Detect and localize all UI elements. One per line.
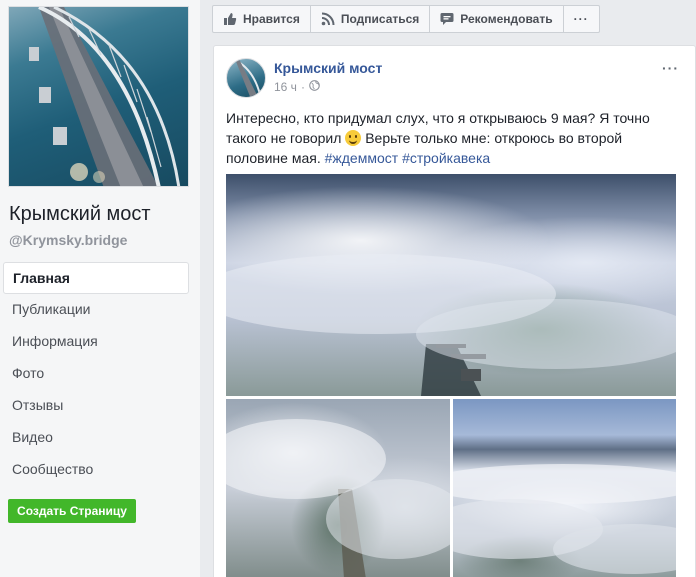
bridge-photo bbox=[29, 7, 181, 186]
page-name[interactable]: Крымский мост bbox=[9, 203, 151, 226]
post-card: Крымский мост 16 ч · ··· Интересно, кто … bbox=[213, 45, 696, 577]
recommend-label: Рекомендовать bbox=[460, 12, 553, 26]
meta-separator: · bbox=[300, 80, 305, 94]
fog-bridge-photo bbox=[226, 254, 676, 396]
nav-item-videos[interactable]: Видео bbox=[3, 422, 189, 454]
follow-label: Подписаться bbox=[340, 12, 420, 26]
post-author-avatar[interactable] bbox=[226, 58, 266, 98]
more-actions-button[interactable]: ··· bbox=[564, 6, 599, 32]
recommend-button[interactable]: Рекомендовать bbox=[430, 6, 564, 32]
like-button[interactable]: Нравится bbox=[213, 6, 311, 32]
smiley-icon bbox=[345, 130, 362, 146]
post-photo[interactable] bbox=[226, 174, 676, 396]
thumbs-up-icon bbox=[223, 12, 237, 26]
page-handle[interactable]: @Krymsky.bridge bbox=[9, 232, 127, 248]
post-options-button[interactable]: ··· bbox=[662, 60, 679, 76]
rss-icon bbox=[321, 12, 335, 26]
post-photo[interactable] bbox=[226, 399, 450, 577]
hashtag-link[interactable]: #стройкавека bbox=[402, 150, 490, 166]
more-dots-icon: ··· bbox=[573, 12, 589, 26]
post-timestamp[interactable]: 16 ч bbox=[274, 80, 297, 94]
post-photo[interactable] bbox=[453, 399, 676, 577]
like-label: Нравится bbox=[243, 12, 300, 26]
post-author-name[interactable]: Крымский мост bbox=[274, 60, 382, 76]
post-text: Интересно, кто придумал слух, что я откр… bbox=[226, 108, 666, 168]
nav-item-community[interactable]: Сообщество bbox=[3, 454, 189, 486]
page-action-bar: Нравится Подписаться Рекомендовать ··· bbox=[212, 5, 600, 33]
chat-bubble-icon bbox=[440, 12, 454, 26]
profile-picture[interactable] bbox=[8, 6, 189, 187]
nav-item-about[interactable]: Информация bbox=[3, 326, 189, 358]
fog-sea-photo bbox=[453, 464, 676, 574]
nav-item-home[interactable]: Главная bbox=[3, 262, 189, 294]
page-nav: Главная Публикации Информация Фото Отзыв… bbox=[3, 262, 189, 486]
post-meta: 16 ч · bbox=[274, 80, 320, 94]
hashtag-link[interactable]: #ждеммост bbox=[325, 150, 399, 166]
follow-button[interactable]: Подписаться bbox=[311, 6, 431, 32]
nav-item-photos[interactable]: Фото bbox=[3, 358, 189, 390]
fog-bridge-photo bbox=[226, 419, 450, 577]
nav-item-posts[interactable]: Публикации bbox=[3, 294, 189, 326]
nav-item-reviews[interactable]: Отзывы bbox=[3, 390, 189, 422]
create-page-button[interactable]: Создать Страницу bbox=[8, 499, 136, 523]
globe-icon bbox=[309, 80, 320, 94]
left-column: Крымский мост @Krymsky.bridge Главная Пу… bbox=[0, 0, 200, 577]
